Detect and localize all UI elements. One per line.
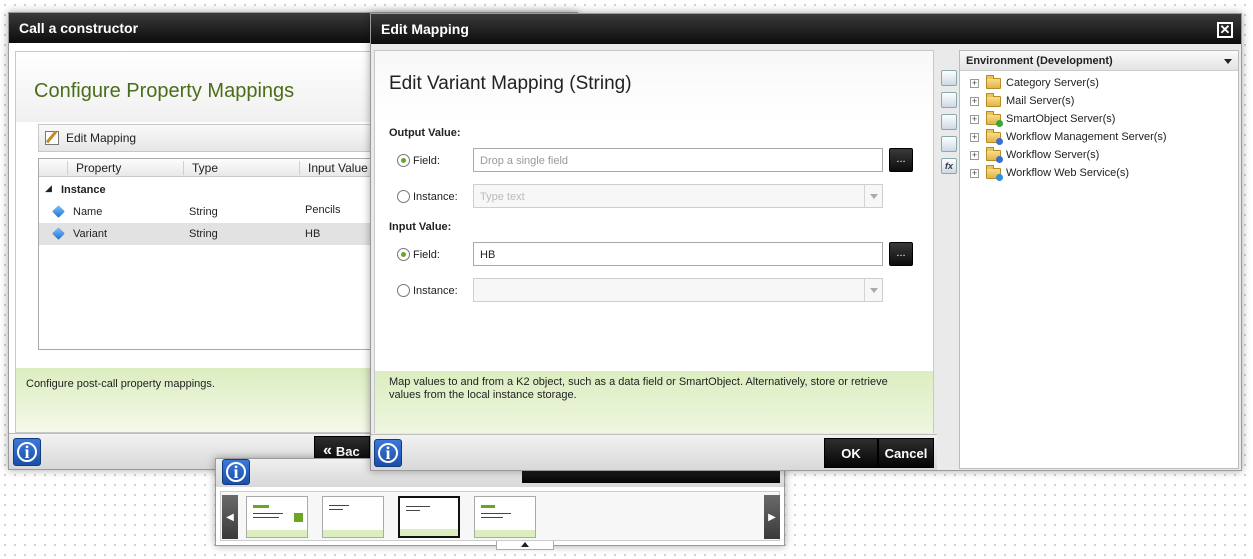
output-field-label: Field: xyxy=(413,155,440,167)
input-section-label: Input Value: xyxy=(389,221,452,233)
property-icon xyxy=(52,227,65,240)
expand-icon[interactable]: + xyxy=(970,151,979,160)
folder-icon xyxy=(986,111,1003,127)
caret-up-icon xyxy=(521,542,529,547)
output-section-label: Output Value: xyxy=(389,127,461,139)
help-panel: Map values to and from a K2 object, such… xyxy=(375,371,933,433)
input-instance-select[interactable] xyxy=(473,278,883,302)
panel-heading: Edit Variant Mapping (String) xyxy=(389,73,632,94)
dropdown-arrow-icon[interactable] xyxy=(864,279,882,301)
strip-toggle-tab[interactable] xyxy=(496,541,554,550)
output-field-browse-button[interactable]: ... xyxy=(889,148,913,172)
folder-icon xyxy=(986,93,1001,107)
help-text-line2: values from the local instance storage. xyxy=(389,389,577,401)
dropdown-arrow-icon[interactable] xyxy=(864,185,882,207)
environment-selector[interactable]: Environment (Development) xyxy=(960,51,1238,71)
output-instance-placeholder: Type text xyxy=(480,191,525,203)
cell-value: HB xyxy=(305,228,321,240)
group-label: Instance xyxy=(61,184,106,196)
form-browser-icon[interactable] xyxy=(941,136,957,152)
table-row[interactable]: Variant String HB xyxy=(39,223,377,245)
cell-property: Variant xyxy=(73,228,108,240)
cell-value: Pencils xyxy=(305,204,341,216)
folder-icon xyxy=(986,129,1003,145)
edit-mapping-label: Edit Mapping xyxy=(66,131,137,145)
column-input-value[interactable]: Input Value xyxy=(299,161,368,175)
edit-icon xyxy=(45,130,59,145)
grid-header: Property Type Input Value xyxy=(39,159,377,177)
output-field-input[interactable]: Drop a single field xyxy=(473,148,883,172)
prev-arrow-button[interactable]: ◀ xyxy=(222,495,238,539)
input-instance-radio[interactable] xyxy=(397,284,410,297)
object-browser-icon[interactable] xyxy=(941,70,957,86)
chevron-down-icon[interactable] xyxy=(1224,59,1232,64)
output-field-radio[interactable] xyxy=(397,154,410,167)
cancel-button[interactable]: Cancel xyxy=(878,438,934,468)
folder-icon xyxy=(986,147,1003,163)
close-icon[interactable]: ✕ xyxy=(1217,22,1233,38)
expand-icon[interactable]: + xyxy=(970,79,979,88)
page-thumbnail-active[interactable] xyxy=(398,496,460,538)
environment-explorer: Environment (Development) + Category Ser… xyxy=(959,50,1239,469)
next-arrow-button[interactable]: ▶ xyxy=(764,495,780,539)
cell-type: String xyxy=(189,228,218,240)
info-button[interactable]: i xyxy=(374,439,402,467)
back-label: Bac xyxy=(335,443,360,459)
info-icon: i xyxy=(378,443,398,463)
expand-icon[interactable]: + xyxy=(970,97,979,106)
collapse-triangle-icon[interactable]: ◢ xyxy=(45,183,52,194)
table-row[interactable]: Name String Pencils xyxy=(39,201,377,223)
input-field-input[interactable]: HB xyxy=(473,242,883,266)
column-property[interactable]: Property xyxy=(67,161,121,175)
input-field-radio[interactable] xyxy=(397,248,410,261)
input-field-browse-button[interactable]: ... xyxy=(889,242,913,266)
output-instance-select[interactable]: Type text xyxy=(473,184,883,208)
page-thumbnail[interactable] xyxy=(322,496,384,538)
output-instance-radio[interactable] xyxy=(397,190,410,203)
process-browser-icon[interactable] xyxy=(941,114,957,130)
edit-mapping-dialog: Edit Mapping ✕ Edit Variant Mapping (Str… xyxy=(370,13,1242,471)
edit-mapping-button[interactable]: Edit Mapping xyxy=(45,128,136,148)
column-type[interactable]: Type xyxy=(183,161,218,175)
expand-icon[interactable]: + xyxy=(970,115,979,124)
ok-button[interactable]: OK xyxy=(824,438,878,468)
context-browser-icon[interactable] xyxy=(941,92,957,108)
property-icon xyxy=(52,205,65,218)
expand-icon[interactable]: + xyxy=(970,133,979,142)
dialog-footer: i OK Cancel xyxy=(371,434,937,470)
page-thumbnail[interactable] xyxy=(246,496,308,538)
group-row-instance[interactable]: ◢ Instance xyxy=(39,179,377,201)
info-button[interactable]: i xyxy=(222,459,250,485)
explorer-toolbar: fx xyxy=(941,70,959,190)
thumbnail-strip: i ◀ ▶ xyxy=(215,458,785,546)
info-icon: i xyxy=(226,462,246,482)
dialog-title: Edit Mapping xyxy=(371,14,1241,44)
folder-icon xyxy=(986,75,1001,89)
help-text: Configure post-call property mappings. xyxy=(26,378,215,390)
help-text-line1: Map values to and from a K2 object, such… xyxy=(389,376,888,388)
page-title: Configure Property Mappings xyxy=(34,80,295,102)
function-icon[interactable]: fx xyxy=(941,158,957,174)
cell-type: String xyxy=(189,206,218,218)
input-instance-label: Instance: xyxy=(413,285,458,297)
page-thumbnail[interactable] xyxy=(474,496,536,538)
input-field-label: Field: xyxy=(413,249,440,261)
wizard-toolbar: Edit Mapping xyxy=(38,124,378,152)
mapping-panel: Edit Variant Mapping (String) Output Val… xyxy=(374,50,934,433)
expand-icon[interactable]: + xyxy=(970,169,979,178)
cell-property: Name xyxy=(73,206,103,218)
property-grid: Property Type Input Value ◢ Instance Nam… xyxy=(38,158,378,350)
environment-title: Environment (Development) xyxy=(966,55,1113,67)
folder-icon xyxy=(986,165,1003,181)
output-instance-label: Instance: xyxy=(413,191,458,203)
info-icon: i xyxy=(17,442,37,462)
info-button[interactable]: i xyxy=(13,438,41,466)
